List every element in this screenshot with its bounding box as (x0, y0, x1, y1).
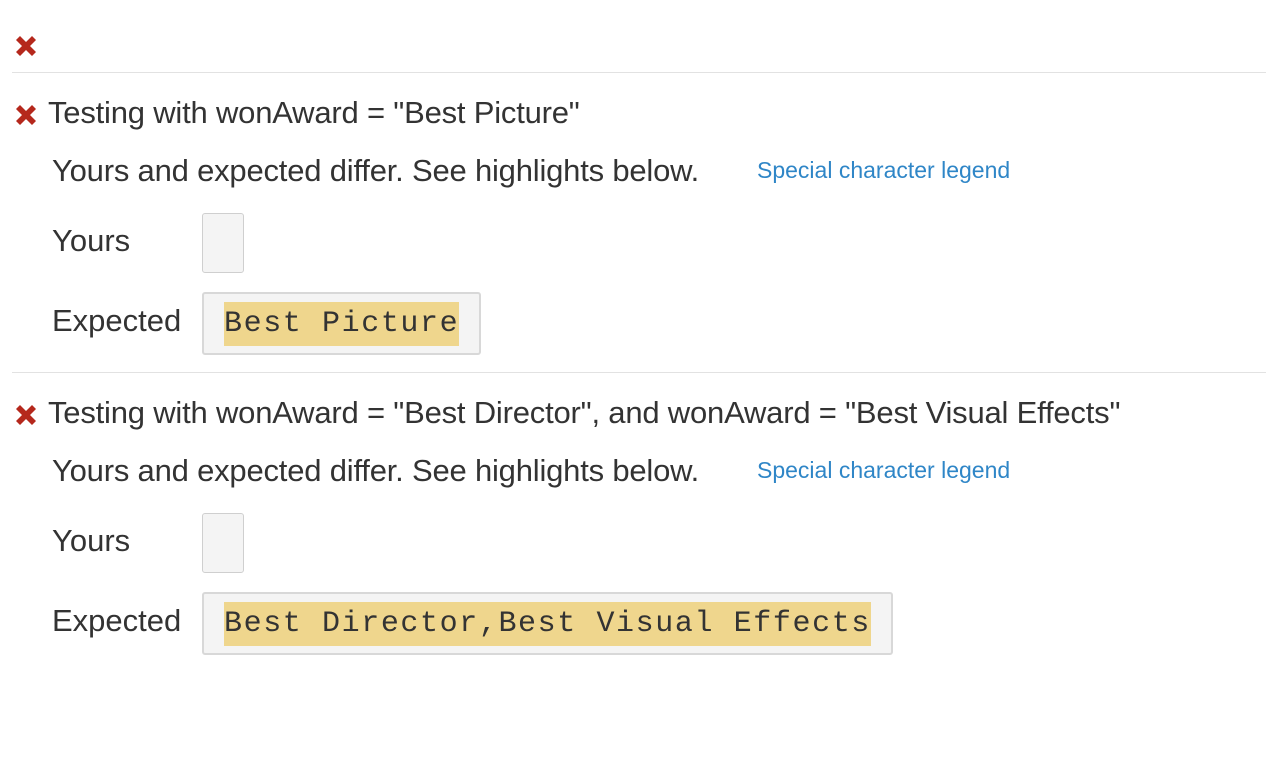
diff-message: Yours and expected differ. See highlight… (52, 453, 700, 488)
x-mark-icon (12, 401, 40, 429)
test-title-text: Testing with wonAward = "Best Director",… (48, 395, 1121, 430)
test-title: Testing with wonAward = "Best Director",… (12, 393, 1120, 433)
yours-label: Yours (52, 523, 131, 558)
expected-label: Expected (52, 303, 182, 338)
test-title-text: Testing with wonAward = "Best Picture" (48, 95, 580, 130)
yours-output-box (202, 213, 244, 273)
x-mark-icon (12, 32, 40, 60)
divider (12, 72, 1266, 73)
yours-output-box (202, 513, 244, 573)
expected-output-text: Best Picture (224, 302, 460, 346)
yours-label: Yours (52, 223, 131, 258)
test-case: Testing with wonAward = "Best Picture" Y… (12, 93, 1262, 363)
special-character-legend-link[interactable]: Special character legend (757, 157, 1010, 184)
expected-label: Expected (52, 603, 182, 638)
test-results-panel: Testing with wonAward = "Best Picture" Y… (0, 0, 1266, 770)
x-mark-icon (12, 101, 40, 129)
special-character-legend-link[interactable]: Special character legend (757, 457, 1010, 484)
test-case: Testing with wonAward = "Best Director",… (12, 393, 1262, 663)
expected-output-box: Best Director,Best Visual Effects (202, 592, 893, 655)
expected-output-box: Best Picture (202, 292, 482, 355)
divider (12, 372, 1266, 373)
test-title: Testing with wonAward = "Best Picture" (12, 93, 580, 133)
diff-message: Yours and expected differ. See highlight… (52, 153, 700, 188)
expected-output-text: Best Director,Best Visual Effects (224, 602, 871, 646)
